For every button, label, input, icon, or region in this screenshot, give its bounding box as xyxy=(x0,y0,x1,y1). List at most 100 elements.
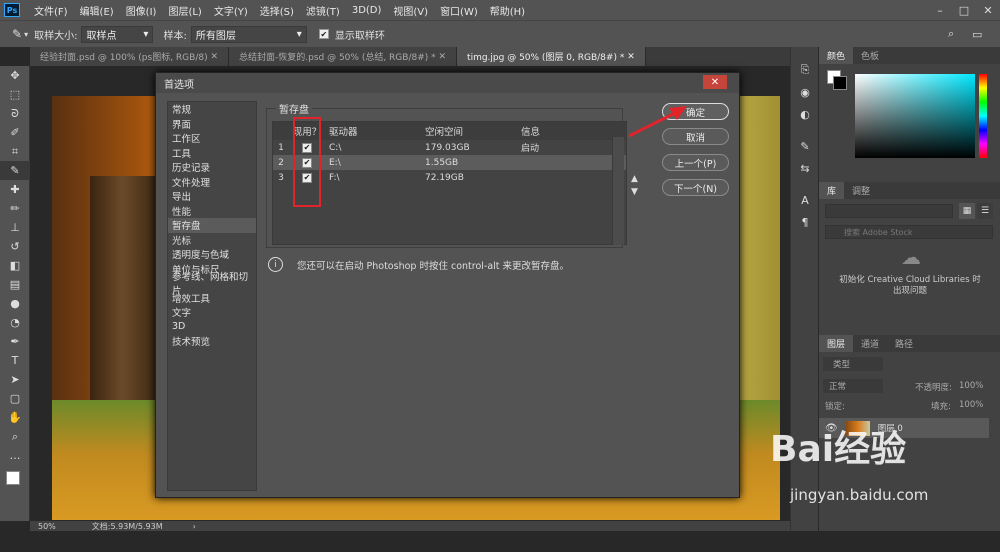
nav-general[interactable]: 常规 xyxy=(168,102,256,117)
color-field[interactable] xyxy=(855,74,975,158)
nav-transparency[interactable]: 透明度与色域 xyxy=(168,247,256,262)
crop-tool-icon[interactable]: ⌗ xyxy=(0,142,30,161)
stock-search-input[interactable]: 搜索 Adobe Stock xyxy=(825,225,993,239)
nav-3d[interactable]: 3D xyxy=(168,320,256,335)
list-view-icon[interactable]: ☰ xyxy=(977,203,993,219)
color-swatches[interactable] xyxy=(0,465,30,499)
blend-mode-select[interactable]: 正常 xyxy=(823,379,883,393)
table-scrollbar[interactable] xyxy=(612,137,624,245)
move-up-icon[interactable]: ▲ xyxy=(631,173,638,186)
tab-adjustments[interactable]: 调整 xyxy=(844,182,878,199)
adjust-panel-icon[interactable]: ⇆ xyxy=(791,157,819,179)
next-button[interactable]: 下一个(N) xyxy=(662,179,729,196)
history-panel-icon[interactable]: ⎘ xyxy=(791,59,819,81)
table-row[interactable]: 2 ✔ E:\ 1.55GB xyxy=(273,155,626,170)
foreground-color[interactable] xyxy=(6,471,20,485)
previous-button[interactable]: 上一个(P) xyxy=(662,154,729,171)
minimize-icon[interactable]: – xyxy=(928,0,952,20)
eraser-tool-icon[interactable]: ◧ xyxy=(0,256,30,275)
eyedropper-icon[interactable]: ✎ xyxy=(12,27,22,41)
dodge-tool-icon[interactable]: ◔ xyxy=(0,313,30,332)
close-icon[interactable]: ✕ xyxy=(703,75,727,89)
pen-tool-icon[interactable]: ✒ xyxy=(0,332,30,351)
character-panel-icon[interactable]: A xyxy=(791,189,819,211)
doc-tab-summary[interactable]: 总结封面-恢复的.psd @ 50% (总结, RGB/8#) * ✕ xyxy=(229,47,458,66)
actions-panel-icon[interactable]: ◉ xyxy=(791,81,819,103)
tab-channels[interactable]: 通道 xyxy=(853,335,887,352)
gradient-tool-icon[interactable]: ▤ xyxy=(0,275,30,294)
menu-image[interactable]: 图像(I) xyxy=(120,3,163,18)
more-tools-icon[interactable]: … xyxy=(0,446,30,465)
sample-size-select[interactable]: 取样点 ▾ xyxy=(81,25,154,43)
table-row[interactable]: 3 ✔ F:\ 72.19GB xyxy=(273,170,626,185)
menu-3d[interactable]: 3D(D) xyxy=(346,5,388,16)
tab-swatches[interactable]: 色板 xyxy=(853,47,887,64)
menu-type[interactable]: 文字(Y) xyxy=(208,3,254,18)
doc-tab-timg[interactable]: timg.jpg @ 50% (图层 0, RGB/8#) * ✕ xyxy=(457,47,646,66)
workspace-icon[interactable]: ▭ xyxy=(972,28,982,41)
nav-type[interactable]: 文字 xyxy=(168,305,256,320)
menu-filter[interactable]: 滤镜(T) xyxy=(300,3,346,18)
zoom-tool-icon[interactable]: ⌕ xyxy=(0,427,30,446)
lasso-tool-icon[interactable]: ᘐ xyxy=(0,104,30,123)
quick-select-tool-icon[interactable]: ✐ xyxy=(0,123,30,142)
doc-tab-cover[interactable]: 经验封面.psd @ 100% (ps图标, RGB/8) ✕ xyxy=(30,47,230,66)
search-icon[interactable]: ⌕ xyxy=(948,27,954,41)
menu-file[interactable]: 文件(F) xyxy=(28,3,74,18)
nav-scratch-disks[interactable]: 暂存盘 xyxy=(168,218,256,233)
row-info: 启动 xyxy=(521,144,540,154)
properties-panel-icon[interactable]: ◐ xyxy=(791,103,819,125)
library-select[interactable] xyxy=(825,204,953,218)
tab-layers[interactable]: 图层 xyxy=(819,335,854,352)
grid-view-icon[interactable]: ▦ xyxy=(959,203,975,219)
brush-tool-icon[interactable]: ✏ xyxy=(0,199,30,218)
type-tool-icon[interactable]: T xyxy=(0,351,30,370)
close-icon[interactable]: ✕ xyxy=(976,0,1000,20)
blur-tool-icon[interactable]: ● xyxy=(0,294,30,313)
path-select-icon[interactable]: ➤ xyxy=(0,370,30,389)
nav-file-handling[interactable]: 文件处理 xyxy=(168,175,256,190)
nav-cursors[interactable]: 光标 xyxy=(168,233,256,248)
menu-layer[interactable]: 图层(L) xyxy=(162,3,207,18)
table-row[interactable]: 1 ✔ C:\ 179.03GB 启动 xyxy=(273,140,626,155)
opacity-value[interactable]: 100% xyxy=(959,381,983,391)
nav-tools[interactable]: 工具 xyxy=(168,146,256,161)
eyedropper-tool-icon[interactable]: ✎ xyxy=(0,161,30,180)
stamp-tool-icon[interactable]: ⊥ xyxy=(0,218,30,237)
nav-export[interactable]: 导出 xyxy=(168,189,256,204)
show-ring-checkbox[interactable]: ✔ xyxy=(318,29,329,39)
nav-performance[interactable]: 性能 xyxy=(168,204,256,219)
menu-select[interactable]: 选择(S) xyxy=(254,3,300,18)
chevron-down-icon[interactable]: ▾ xyxy=(24,30,28,39)
menu-help[interactable]: 帮助(H) xyxy=(484,3,531,18)
menu-edit[interactable]: 编辑(E) xyxy=(74,3,120,18)
preferences-nav: 常规 界面 工作区 工具 历史记录 文件处理 导出 性能 暂存盘 光标 透明度与… xyxy=(167,101,257,491)
history-brush-icon[interactable]: ↺ xyxy=(0,237,30,256)
nav-interface[interactable]: 界面 xyxy=(168,117,256,132)
healing-tool-icon[interactable]: ✚ xyxy=(0,180,30,199)
brush-panel-icon[interactable]: ✎ xyxy=(791,135,819,157)
background-swatch[interactable] xyxy=(833,76,847,90)
menu-view[interactable]: 视图(V) xyxy=(387,3,434,18)
fill-value[interactable]: 100% xyxy=(959,400,983,410)
tab-paths[interactable]: 路径 xyxy=(887,335,921,352)
layer-kind-filter[interactable]: 类型 xyxy=(823,357,883,371)
tab-color[interactable]: 颜色 xyxy=(819,47,854,64)
sample-select[interactable]: 所有图层 ▾ xyxy=(190,25,307,43)
hand-tool-icon[interactable]: ✋ xyxy=(0,408,30,427)
marquee-tool-icon[interactable]: ⬚ xyxy=(0,85,30,104)
menu-window[interactable]: 窗口(W) xyxy=(434,3,484,18)
shape-tool-icon[interactable]: ▢ xyxy=(0,389,30,408)
move-tool-icon[interactable]: ✥ xyxy=(0,66,30,85)
maximize-icon[interactable]: □ xyxy=(952,0,976,20)
tab-libraries[interactable]: 库 xyxy=(819,182,845,199)
nav-history[interactable]: 历史记录 xyxy=(168,160,256,175)
zoom-level[interactable]: 50% xyxy=(38,522,56,531)
hue-slider[interactable] xyxy=(979,74,987,158)
move-down-icon[interactable]: ▼ xyxy=(631,186,638,199)
chevron-right-icon[interactable]: › xyxy=(193,522,196,531)
nav-workspace[interactable]: 工作区 xyxy=(168,131,256,146)
nav-tech-preview[interactable]: 技术预览 xyxy=(168,334,256,349)
paragraph-panel-icon[interactable]: ¶ xyxy=(791,211,819,233)
nav-guides-grid[interactable]: 参考线、网格和切片 xyxy=(168,272,256,297)
